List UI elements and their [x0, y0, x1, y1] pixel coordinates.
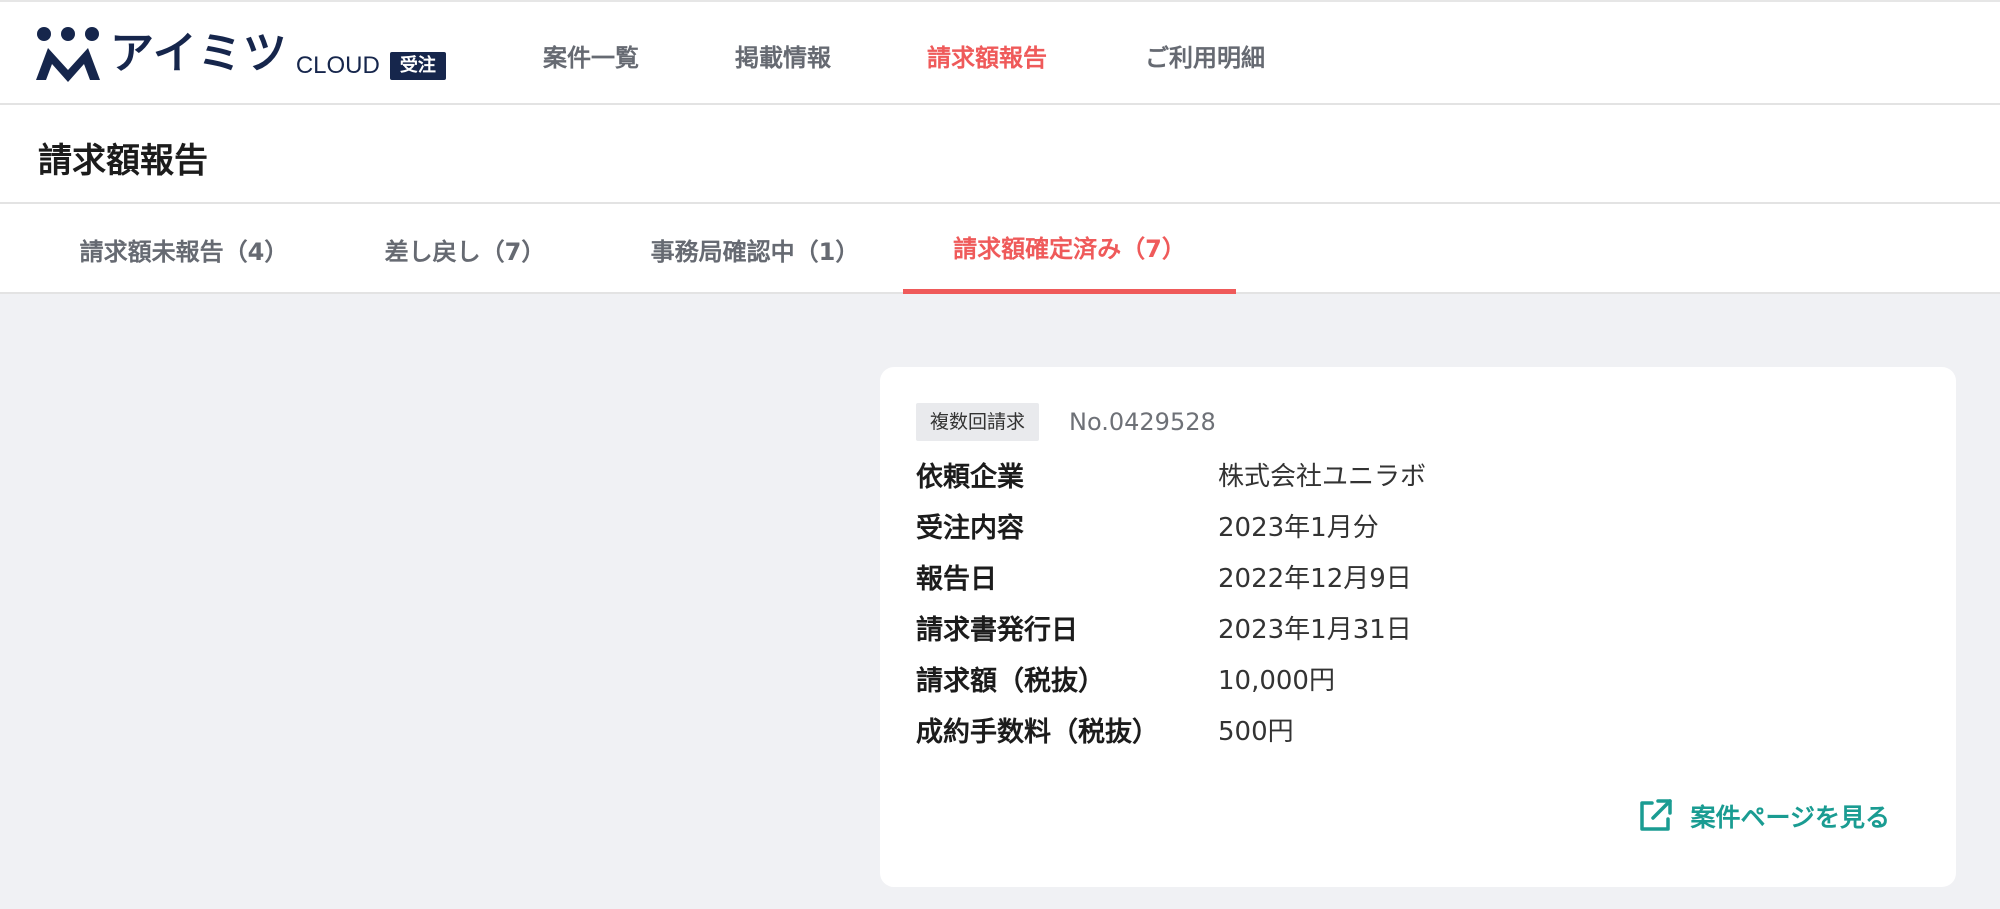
logo-badge: 受注 [389, 52, 446, 80]
detail-value: 2023年1月31日 [1218, 615, 1412, 645]
logo-cloud-text: CLOUD [295, 52, 380, 79]
external-link-icon [1640, 799, 1673, 831]
detail-row-fee: 成約手数料（税抜） 500円 [916, 704, 1426, 755]
nav-item-usage-details[interactable]: ご利用明細 [1145, 38, 1265, 73]
card-header: 複数回請求 No.0429528 [916, 403, 1216, 441]
app-header: アイミツ CLOUD 受注 案件一覧 掲載情報 請求額報告 ご利用明細 [0, 0, 2000, 105]
aimitsu-logo-icon [36, 27, 100, 82]
detail-label: 報告日 [916, 564, 997, 595]
detail-value: 2022年12月9日 [1218, 564, 1412, 594]
case-number: No.0429528 [1069, 408, 1216, 436]
tab-under-review[interactable]: 事務局確認中（1） [620, 204, 890, 294]
detail-value: 10,000円 [1218, 666, 1335, 696]
tab-returned[interactable]: 差し戻し（7） [360, 204, 570, 294]
detail-value: 株式会社ユニラボ [1218, 462, 1427, 492]
detail-row-report-date: 報告日 2022年12月9日 [916, 551, 1426, 602]
billing-card: 複数回請求 No.0429528 依頼企業 株式会社ユニラボ 受注内容 2023… [880, 367, 1956, 887]
detail-label: 請求額（税抜） [916, 666, 1105, 697]
detail-label: 成約手数料（税抜） [916, 717, 1159, 748]
logo-text: アイミツ [110, 28, 288, 79]
detail-list: 依頼企業 株式会社ユニラボ 受注内容 2023年1月分 報告日 2022年12月… [916, 449, 1426, 755]
app-logo[interactable]: アイミツ CLOUD 受注 [34, 22, 446, 82]
tab-unreported[interactable]: 請求額未報告（4） [44, 204, 324, 294]
detail-row-order: 受注内容 2023年1月分 [916, 500, 1426, 551]
page-title: 請求額報告 [38, 141, 208, 181]
detail-label: 受注内容 [916, 513, 1024, 544]
nav-item-billing-report[interactable]: 請求額報告 [927, 38, 1047, 73]
detail-value: 2023年1月分 [1218, 513, 1379, 543]
nav-item-listing[interactable]: 掲載情報 [735, 38, 831, 73]
detail-row-invoice-date: 請求書発行日 2023年1月31日 [916, 602, 1426, 653]
detail-value: 500円 [1218, 717, 1294, 747]
title-bar: 請求額報告 [0, 105, 2000, 204]
status-tabs: 請求額未報告（4） 差し戻し（7） 事務局確認中（1） 請求額確定済み（7） [0, 204, 2000, 294]
view-case-page-link[interactable]: 案件ページを見る [1636, 797, 1890, 835]
billing-type-tag: 複数回請求 [916, 403, 1040, 441]
detail-label: 請求書発行日 [916, 615, 1078, 646]
tab-confirmed[interactable]: 請求額確定済み（7） [903, 204, 1236, 294]
detail-row-amount: 請求額（税抜） 10,000円 [916, 653, 1426, 704]
detail-row-client: 依頼企業 株式会社ユニラボ [916, 449, 1426, 500]
view-case-page-label: 案件ページを見る [1690, 803, 1890, 832]
nav-item-cases[interactable]: 案件一覧 [543, 38, 639, 73]
detail-label: 依頼企業 [916, 462, 1024, 493]
